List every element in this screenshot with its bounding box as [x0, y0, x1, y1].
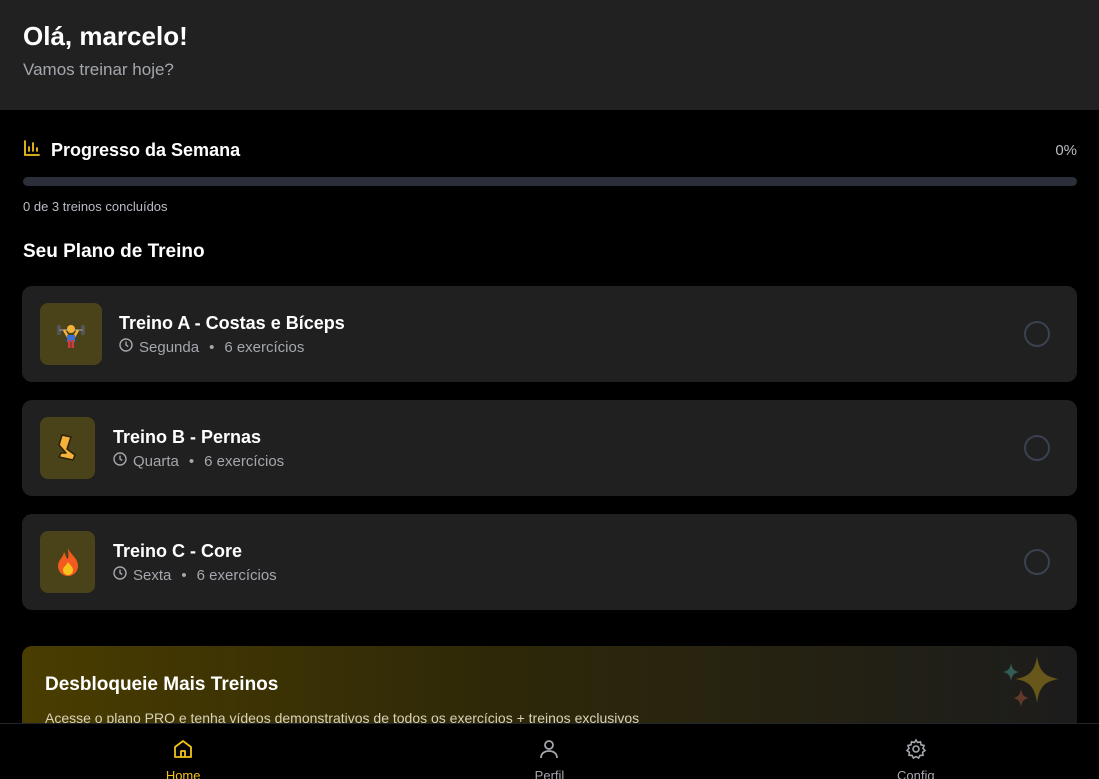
complete-checkbox[interactable] [1024, 549, 1050, 575]
workout-card-a[interactable]: Treino A - Costas e Bíceps Segunda • 6 e… [22, 286, 1077, 382]
nav-label: Perfil [534, 768, 565, 779]
nav-profile[interactable]: Perfil [366, 724, 732, 779]
workout-exercises: 6 exercícios [204, 452, 285, 470]
workout-title: Treino A - Costas e Bíceps [119, 313, 345, 333]
user-icon [538, 738, 560, 765]
complete-checkbox[interactable] [1024, 321, 1050, 347]
gear-icon [905, 738, 927, 765]
nav-home[interactable]: Home [0, 724, 366, 779]
fire-icon [40, 531, 95, 593]
workout-title: Treino C - Core [113, 541, 243, 561]
workout-card-c[interactable]: Treino C - Core Sexta • 6 exercícios [22, 514, 1077, 610]
weightlifter-icon [40, 303, 102, 365]
promo-title: Desbloqueie Mais Treinos [45, 674, 279, 695]
progress-bar [23, 177, 1077, 186]
workout-exercises: 6 exercícios [196, 566, 277, 584]
clock-icon [119, 338, 133, 356]
workout-info: Treino B - Pernas Quarta • 6 exercícios [113, 426, 284, 470]
workout-card-b[interactable]: Treino B - Pernas Quarta • 6 exercícios [22, 400, 1077, 496]
progress-title: Progresso da Semana [51, 139, 241, 160]
complete-checkbox[interactable] [1024, 435, 1050, 461]
plan-title: Seu Plano de Treino [23, 241, 205, 262]
bar-chart-icon [23, 139, 41, 162]
header: Olá, marcelo! Vamos treinar hoje? [0, 0, 1099, 110]
progress-percent: 0% [1055, 141, 1077, 159]
clock-icon [113, 452, 127, 470]
bottom-nav: Home Perfil Config [0, 723, 1099, 779]
subtitle: Vamos treinar hoje? [23, 60, 174, 79]
workout-info: Treino C - Core Sexta • 6 exercícios [113, 540, 277, 584]
workout-title: Treino B - Pernas [113, 427, 262, 447]
workout-info: Treino A - Costas e Bíceps Segunda • 6 e… [119, 312, 345, 356]
sparkles-icon [997, 651, 1067, 726]
progress-caption: 0 de 3 treinos concluídos [23, 199, 168, 214]
leg-icon [40, 417, 95, 479]
workout-day: Sexta [133, 566, 172, 584]
separator: • [188, 452, 195, 470]
greeting: Olá, marcelo! [23, 21, 188, 51]
workout-day: Segunda [139, 338, 200, 356]
separator: • [181, 566, 187, 584]
nav-label: Config [897, 768, 935, 779]
separator: • [209, 338, 215, 356]
workout-exercises: 6 exercícios [224, 338, 305, 356]
weekly-progress: Progresso da Semana 0% 0 de 3 treinos co… [23, 138, 1077, 214]
nav-label: Home [165, 768, 201, 779]
workout-day: Quarta [133, 452, 179, 470]
clock-icon [113, 566, 127, 584]
home-icon [172, 738, 194, 765]
nav-config[interactable]: Config [733, 724, 1099, 779]
